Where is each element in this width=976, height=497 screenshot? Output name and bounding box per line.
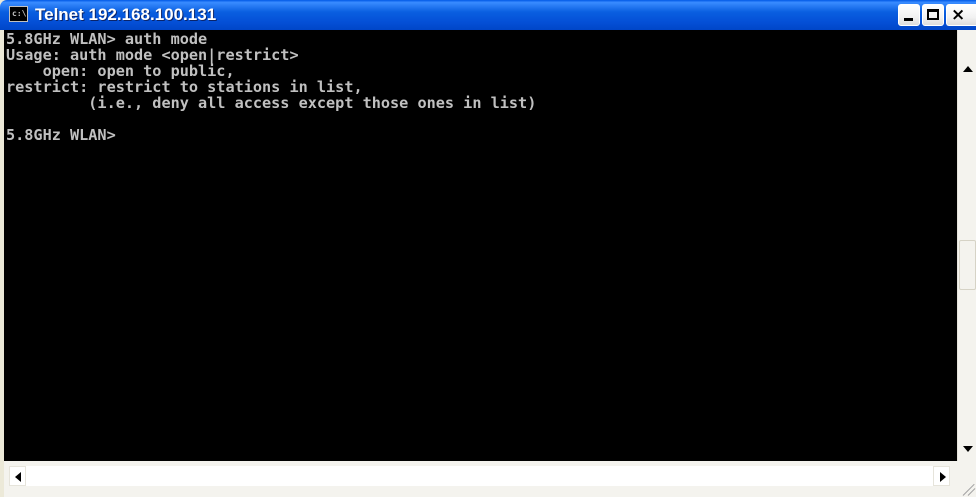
telnet-window: c:\ Telnet 192.168.100.131 × 5.8GHz WLAN… — [0, 0, 976, 497]
arrow-up-icon — [963, 66, 973, 72]
arrow-down-icon — [963, 446, 973, 452]
title-bar[interactable]: c:\ Telnet 192.168.100.131 × — [0, 0, 976, 30]
console-output[interactable]: 5.8GHz WLAN> auth mode Usage: auth mode … — [4, 30, 957, 461]
console-line: (i.e., deny all access except those ones… — [6, 94, 537, 112]
minimize-button[interactable] — [898, 4, 920, 26]
maximize-button[interactable] — [922, 4, 944, 26]
scroll-down-button[interactable] — [959, 440, 976, 457]
arrow-left-icon — [15, 472, 21, 482]
console-line: 5.8GHz WLAN> auth mode — [6, 30, 208, 48]
maximize-icon — [927, 9, 939, 20]
scroll-right-button[interactable] — [933, 466, 950, 486]
horizontal-scrollbar[interactable] — [4, 461, 957, 497]
close-icon: × — [951, 5, 966, 25]
console-line: Usage: auth mode <open|restrict> — [6, 46, 299, 64]
scroll-up-button[interactable] — [959, 61, 976, 78]
scroll-left-button[interactable] — [9, 466, 26, 486]
console-icon[interactable]: c:\ — [9, 6, 28, 22]
console-prompt: 5.8GHz WLAN> — [6, 126, 116, 144]
arrow-right-icon — [940, 472, 946, 482]
window-title: Telnet 192.168.100.131 — [35, 5, 217, 24]
vertical-scroll-thumb[interactable] — [959, 240, 976, 290]
close-button[interactable]: × — [946, 4, 976, 26]
console-line: restrict: restrict to stations in list, — [6, 78, 363, 96]
vertical-scrollbar[interactable] — [957, 30, 976, 461]
console-icon-label: c:\ — [12, 9, 27, 18]
resize-grip[interactable] — [957, 461, 976, 497]
console-line: open: open to public, — [6, 62, 235, 80]
minimize-icon — [904, 18, 913, 21]
horizontal-scroll-track[interactable] — [26, 466, 933, 486]
